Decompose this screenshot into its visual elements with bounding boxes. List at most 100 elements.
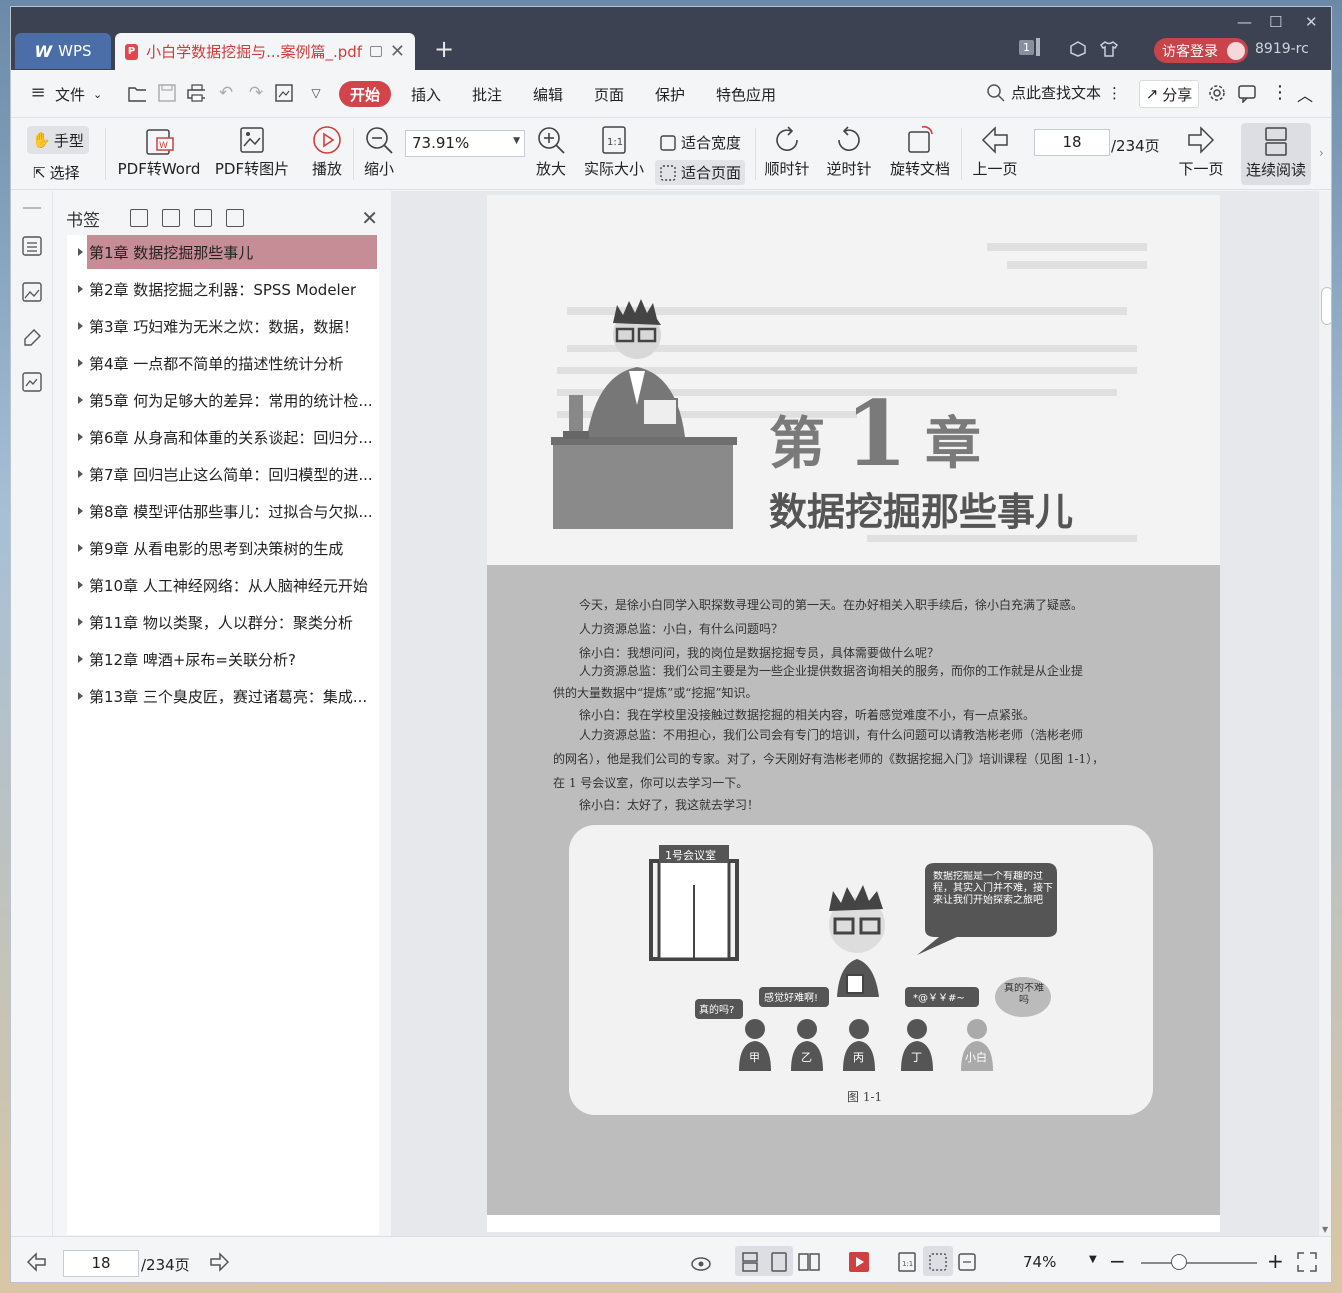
file-menu[interactable]: 文件 (55, 84, 85, 105)
close-window-icon[interactable]: ✕ (1305, 13, 1318, 31)
zoom-percentage[interactable]: 74% (1023, 1253, 1056, 1271)
add-bookmark-icon[interactable] (194, 209, 212, 227)
pdf-to-word-button[interactable]: W PDF转Word (113, 124, 205, 179)
bookmark-item[interactable]: 第8章 模型评估那些事儿：过拟合与欠拟... (87, 494, 377, 528)
share-button[interactable]: ↗ 分享 (1139, 80, 1199, 108)
vertical-dots-icon[interactable]: ⋮ (1271, 82, 1289, 103)
thumbnail-icon[interactable] (21, 281, 43, 303)
expand-arrow-icon[interactable] (78, 655, 83, 663)
expand-arrow-icon[interactable] (78, 470, 83, 478)
new-tab-button[interactable]: + (434, 35, 454, 63)
document-tab[interactable]: P 小白学数据挖掘与...案例篇_.pdf ✕ (115, 33, 415, 70)
more-options-icon[interactable]: ⋮ (1107, 84, 1122, 102)
fit-width-small-icon[interactable] (955, 1250, 979, 1274)
next-page-button[interactable]: 下一页 (1175, 124, 1227, 179)
open-folder-icon[interactable] (128, 84, 146, 102)
zoom-slider-track[interactable] (1141, 1262, 1257, 1264)
export-image-icon[interactable] (275, 84, 293, 102)
expand-arrow-icon[interactable] (78, 433, 83, 441)
expand-arrow-icon[interactable] (78, 248, 83, 256)
annotation-icon[interactable] (21, 327, 43, 349)
close-panel-icon[interactable]: ✕ (361, 206, 378, 230)
continuous-read-button[interactable]: 连续阅读 (1241, 123, 1311, 185)
single-page-view-icon[interactable] (767, 1250, 791, 1274)
redo-icon[interactable]: ↷ (247, 84, 265, 102)
start-tab[interactable]: 开始 (339, 81, 391, 107)
hand-tool-button[interactable]: ✋ 手型 (27, 126, 89, 154)
expand-arrow-icon[interactable] (78, 618, 83, 626)
play-slideshow-icon[interactable] (847, 1250, 871, 1274)
zoom-minus-icon[interactable]: − (1109, 1249, 1126, 1273)
bookmark-item[interactable]: 第10章 人工神经网络：从人脑神经元开始 (87, 568, 377, 602)
bookmark-item[interactable]: 第6章 从身高和体重的关系谈起：回归分... (87, 420, 377, 454)
scroll-down-icon[interactable]: ▼ (1322, 1225, 1328, 1234)
find-text-search[interactable]: 点此查找文本 ⋮ (987, 82, 1122, 103)
tab-annotate[interactable]: 批注 (472, 84, 502, 105)
expand-all-icon[interactable] (130, 209, 148, 227)
guest-login-button[interactable]: 访客登录 (1154, 38, 1248, 63)
settings-gear-icon[interactable] (1207, 83, 1227, 103)
actual-size-small-icon[interactable]: 1:1 (895, 1250, 919, 1274)
ribbon-scroll-right-icon[interactable]: › (1319, 146, 1324, 160)
rotate-document-button[interactable]: 旋转文档 (885, 124, 955, 179)
bookmark-item[interactable]: 第9章 从看电影的思考到决策树的生成 (87, 531, 377, 565)
fit-width-button[interactable]: 适合宽度 (659, 132, 741, 153)
shirt-icon[interactable] (1099, 40, 1119, 58)
expand-arrow-icon[interactable] (78, 359, 83, 367)
vertical-scrollbar[interactable]: ▼ (1319, 191, 1331, 1236)
expand-arrow-icon[interactable] (78, 692, 83, 700)
tab-edit[interactable]: 编辑 (533, 84, 563, 105)
rotate-counterclockwise-button[interactable]: 逆时针 (823, 124, 875, 179)
bookmark-item[interactable]: 第11章 物以类聚，人以群分：聚类分析 (87, 605, 377, 639)
zoom-slider-knob[interactable] (1171, 1254, 1187, 1270)
bookmark-item[interactable]: 第1章 数据挖掘那些事儿 (87, 235, 377, 269)
maximize-icon[interactable]: ☐ (1269, 13, 1282, 31)
page-number-input[interactable]: 18 (1034, 129, 1110, 156)
select-tool-button[interactable]: ⇱ 选择 (33, 162, 80, 183)
rotate-clockwise-button[interactable]: 顺时针 (761, 124, 813, 179)
zoom-select[interactable]: 73.91% ▼ (405, 130, 525, 157)
expand-arrow-icon[interactable] (78, 581, 83, 589)
pdf-to-image-button[interactable]: PDF转图片 (211, 124, 293, 179)
chevron-down-icon[interactable]: ⌄ (93, 88, 102, 101)
fit-page-button[interactable]: 适合页面 (655, 160, 746, 185)
more-dropdown-icon[interactable]: ▽ (307, 84, 325, 102)
expand-arrow-icon[interactable] (78, 285, 83, 293)
document-view[interactable]: 第 1 章 数据挖掘那些事儿 今天，是徐小白同学入职探数寻理公司的第一天。在办好… (391, 191, 1319, 1236)
save-icon[interactable] (158, 84, 176, 102)
fullscreen-icon[interactable] (1295, 1250, 1319, 1274)
zoom-in-button[interactable]: 放大 (531, 124, 571, 179)
skin-icon[interactable] (1069, 40, 1087, 58)
grip-handle[interactable] (23, 207, 41, 209)
scrollbar-thumb[interactable] (1321, 287, 1331, 325)
hamburger-menu-icon[interactable]: ≡ (29, 84, 47, 102)
continuous-view-icon[interactable] (738, 1250, 762, 1274)
bookmark-item[interactable]: 第7章 回归岂止这么简单：回归模型的进... (87, 457, 377, 491)
zoom-plus-icon[interactable]: + (1267, 1249, 1284, 1273)
bookmark-options-icon[interactable] (226, 209, 244, 227)
expand-arrow-icon[interactable] (78, 544, 83, 552)
zoom-out-button[interactable]: 缩小 (359, 124, 399, 179)
collapse-ribbon-icon[interactable]: ︿ (1297, 82, 1313, 106)
next-page-small-icon[interactable] (207, 1250, 231, 1274)
zoom-dropdown-icon[interactable]: ▼ (1089, 1254, 1097, 1265)
expand-arrow-icon[interactable] (78, 322, 83, 330)
actual-size-button[interactable]: 1:1 实际大小 (581, 124, 647, 179)
screen-icon[interactable] (370, 46, 382, 57)
bookmark-item[interactable]: 第13章 三个臭皮匠，赛过诸葛亮：集成... (87, 679, 377, 713)
close-tab-icon[interactable]: ✕ (390, 41, 405, 62)
tab-protect[interactable]: 保护 (655, 84, 685, 105)
collapse-all-icon[interactable] (162, 209, 180, 227)
prev-page-button[interactable]: 上一页 (969, 124, 1021, 179)
comment-icon[interactable] (1237, 83, 1257, 103)
eye-protection-icon[interactable] (689, 1250, 713, 1274)
print-icon[interactable] (187, 84, 205, 102)
two-page-view-icon[interactable] (797, 1250, 821, 1274)
tab-insert[interactable]: 插入 (411, 84, 441, 105)
bookmark-item[interactable]: 第12章 啤酒+尿布=关联分析? (87, 642, 377, 676)
expand-arrow-icon[interactable] (78, 507, 83, 515)
bookmark-item[interactable]: 第4章 一点都不简单的描述性统计分析 (87, 346, 377, 380)
outline-list-icon[interactable] (21, 235, 43, 257)
bookmark-item[interactable]: 第5章 何为足够大的差异：常用的统计检... (87, 383, 377, 417)
status-page-input[interactable]: 18 (63, 1250, 139, 1277)
